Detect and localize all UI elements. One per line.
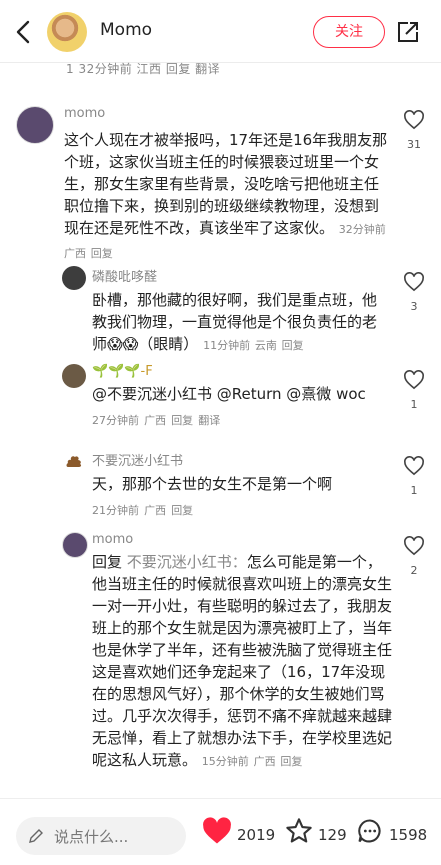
like-button[interactable]: 31 <box>402 110 426 151</box>
emoji-tag: （眼睛） <box>138 335 199 353</box>
comment-item: 🌱🌱🌱-F @不要沉迷小红书 @Return @熹微 woc 27分钟前 广西 … <box>92 364 388 428</box>
reply-link[interactable]: 回复 <box>91 247 113 260</box>
comment-text[interactable]: 天，那那个去世的女生不是第一个啊 <box>92 473 388 495</box>
comment-meta: 21分钟前 广西 回复 <box>92 499 388 518</box>
like-button[interactable]: 1 <box>402 456 426 497</box>
heart-icon <box>404 272 424 292</box>
like-count: 1 <box>410 484 418 497</box>
heart-icon <box>404 370 424 390</box>
comment-text: 这个人现在才被举报吗，17年还是16年我朋友那个班，这家伙当班主任的时候猥亵过班… <box>64 131 388 237</box>
top-bar: Momo 关注 <box>0 0 441 63</box>
author-name[interactable]: Momo <box>100 20 152 40</box>
comment-count: 1598 <box>389 826 428 844</box>
comment-author[interactable]: momo <box>64 106 390 121</box>
comment-time: 21分钟前 <box>92 504 139 517</box>
bottom-bar: 说点什么... 2019 129 1598 <box>0 798 441 865</box>
translate-link[interactable]: 翻译 <box>198 414 220 427</box>
avatar[interactable] <box>16 106 54 144</box>
reply-link[interactable]: 回复 <box>280 755 302 768</box>
star-icon[interactable] <box>284 817 314 845</box>
emoji: 😱😱 <box>107 335 139 353</box>
reply-to-user[interactable]: 不要沉迷小红书： <box>127 553 247 571</box>
like-button[interactable]: 2 <box>402 536 426 577</box>
reply-link[interactable]: 回复 <box>171 414 193 427</box>
avatar[interactable] <box>62 532 88 558</box>
author-avatar[interactable] <box>47 12 87 52</box>
comment-region: 广西 <box>144 504 167 517</box>
reply-prefix: 回复 <box>92 553 123 571</box>
reply-link[interactable]: 回复 <box>171 504 193 517</box>
comment-text: 怎么可能是第一个，他当班主任的时候就很喜欢叫班上的漂亮女生一对一开小灶，有些聪明… <box>92 553 393 769</box>
avatar[interactable] <box>62 266 86 290</box>
comment-item: momo 回复 不要沉迷小红书：怎么可能是第一个，他当班主任的时候就很喜欢叫班上… <box>92 532 392 773</box>
like-button[interactable]: 3 <box>402 272 426 313</box>
like-count: 2019 <box>237 826 276 844</box>
comment-time: 11分钟前 <box>203 339 251 352</box>
avatar[interactable] <box>62 364 86 388</box>
comment-item: 不要沉迷小红书 天，那那个去世的女生不是第一个啊 21分钟前 广西 回复 <box>92 450 388 518</box>
comment-region: 广西 <box>144 414 167 427</box>
comment-time: 15分钟前 <box>201 755 249 768</box>
comment-time: 32分钟前 <box>338 223 386 236</box>
heart-icon <box>404 536 424 556</box>
comment-body[interactable]: 卧槽，那他藏的很好啊，我们是重点班，他教我们物理，一直觉得他是个很负责任的老师😱… <box>92 289 388 357</box>
comment-region: 广西 <box>64 247 86 260</box>
like-count: 31 <box>407 138 421 151</box>
back-arrow-icon[interactable] <box>12 18 36 46</box>
like-count: 1 <box>410 398 418 411</box>
comment-icon[interactable] <box>355 817 385 845</box>
like-count: 2 <box>410 564 418 577</box>
comment-time: 27分钟前 <box>92 414 139 427</box>
like-button[interactable]: 1 <box>402 370 426 411</box>
heart-filled-icon[interactable] <box>202 817 232 845</box>
comment-text[interactable]: @不要沉迷小红书 @Return @熹微 woc <box>92 383 388 405</box>
heart-icon <box>404 110 424 130</box>
follow-button[interactable]: 关注 <box>313 16 385 48</box>
like-count: 3 <box>410 300 418 313</box>
comment-author[interactable]: 不要沉迷小红书 <box>92 450 388 469</box>
reply-link[interactable]: 回复 <box>282 339 304 352</box>
comment-region: 广西 <box>253 755 276 768</box>
heart-icon <box>404 456 424 476</box>
share-icon[interactable] <box>396 20 420 44</box>
comment-placeholder: 说点什么... <box>54 828 129 846</box>
comment-input[interactable]: 说点什么... <box>16 817 186 855</box>
star-count: 129 <box>318 826 347 844</box>
comment-region: 云南 <box>254 339 277 352</box>
comment-item: 磷酸吡哆醛 卧槽，那他藏的很好啊，我们是重点班，他教我们物理，一直觉得他是个很负… <box>92 266 388 357</box>
comment-meta: 27分钟前 广西 回复 翻译 <box>92 409 388 428</box>
comment-body[interactable]: 这个人现在才被举报吗，17年还是16年我朋友那个班，这家伙当班主任的时候猥亵过班… <box>64 129 390 265</box>
poop-emoji-icon <box>66 456 82 467</box>
comment-author[interactable]: momo <box>92 532 392 547</box>
previous-comment-meta: 1 32分钟前 江西 回复 翻译 <box>66 62 221 76</box>
comment-body[interactable]: 回复 不要沉迷小红书：怎么可能是第一个，他当班主任的时候就很喜欢叫班上的漂亮女生… <box>92 551 392 773</box>
comment-author[interactable]: 磷酸吡哆醛 <box>92 266 388 285</box>
comment-author[interactable]: 🌱🌱🌱-F <box>92 364 388 379</box>
comment-item: momo 这个人现在才被举报吗，17年还是16年我朋友那个班，这家伙当班主任的时… <box>64 106 390 265</box>
pencil-icon <box>29 829 43 843</box>
